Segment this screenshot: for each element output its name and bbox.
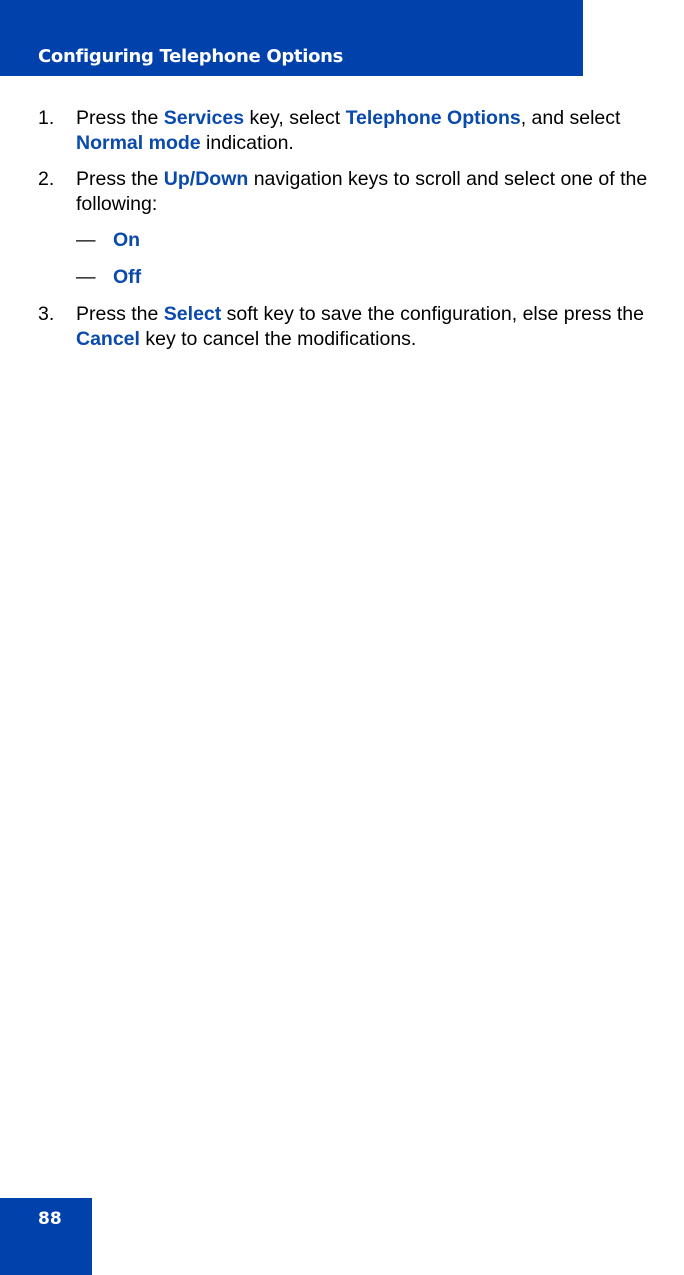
page-number: 88	[38, 1209, 62, 1229]
option-on: — On	[38, 228, 684, 254]
keyword-cancel: Cancel	[76, 328, 140, 350]
text: soft key to save the configuration, else…	[221, 303, 644, 325]
step-2: 2. Press the Up/Down navigation keys to …	[38, 167, 684, 217]
text: Press the	[76, 303, 164, 325]
option-off: — Off	[38, 265, 684, 291]
step-number: 1.	[38, 107, 55, 129]
dash-bullet: —	[76, 266, 96, 288]
text: , and select	[520, 107, 621, 129]
step-text: Press the Up/Down navigation keys to scr…	[76, 168, 647, 215]
step-1: 1. Press the Services key, select Teleph…	[38, 106, 684, 156]
keyword-services: Services	[163, 107, 245, 129]
step-number: 2.	[38, 168, 55, 190]
dash-bullet: —	[76, 229, 96, 251]
text: indication.	[200, 132, 294, 154]
text: Press the	[76, 107, 164, 129]
step-3: 3. Press the Select soft key to save the…	[38, 302, 684, 352]
text: key to cancel the modifications.	[139, 328, 417, 350]
keyword-select: Select	[163, 303, 222, 325]
keyword-telephone-options: Telephone Options	[345, 107, 521, 129]
header-bar: Configuring Telephone Options	[0, 0, 583, 76]
page-number-box: 88	[0, 1198, 92, 1275]
option-label: On	[113, 229, 141, 251]
page-title: Configuring Telephone Options	[38, 46, 344, 67]
option-label: Off	[113, 266, 142, 288]
step-number: 3.	[38, 303, 55, 325]
text: Press the	[76, 168, 164, 190]
keyword-normal-mode: Normal mode	[76, 132, 201, 154]
instructions: 1. Press the Services key, select Teleph…	[38, 106, 684, 363]
keyword-up-down: Up/Down	[163, 168, 249, 190]
step-text: Press the Services key, select Telephone…	[76, 107, 620, 154]
step-text: Press the Select soft key to save the co…	[76, 303, 644, 350]
text: key, select	[244, 107, 346, 129]
